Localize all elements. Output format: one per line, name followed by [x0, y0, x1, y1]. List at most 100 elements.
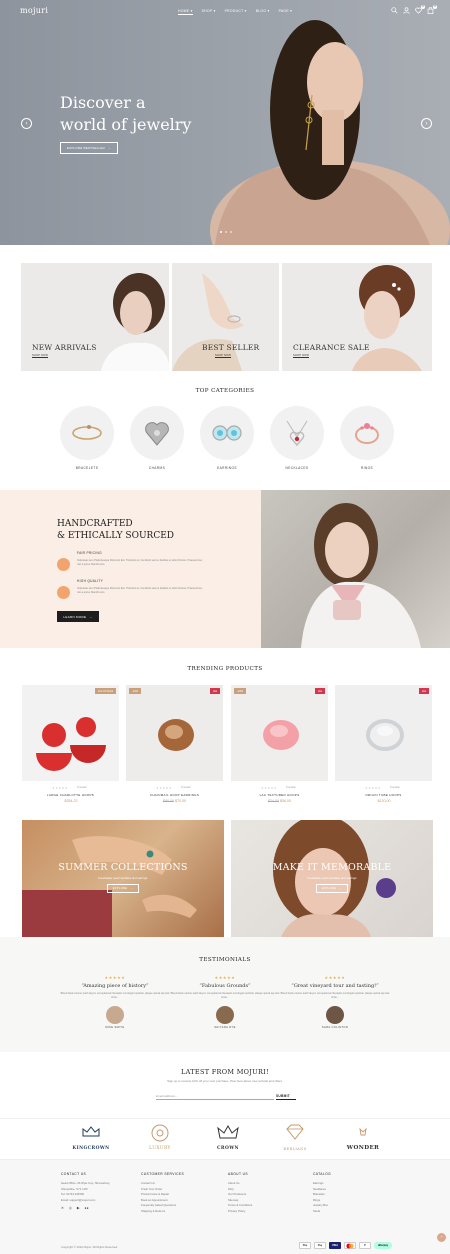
category-bracelets[interactable]: BRACELETS [60, 406, 114, 470]
mastercard-icon [344, 1242, 356, 1249]
collection-title: MAKE IT MEMORABLE [272, 862, 392, 873]
banner-new-arrivals[interactable]: NEW ARRIVALS SHOP NOW [21, 263, 169, 371]
nav-blog[interactable]: BLOG ▾ [256, 9, 270, 15]
wishlist-button[interactable]: 0 [415, 5, 425, 14]
payment-label: Pay [317, 1244, 323, 1247]
shop-now-link[interactable]: SHOP NOW [32, 354, 48, 358]
hero-title: Discover a world of jewelry [60, 92, 191, 136]
wonder-logo-icon [359, 1127, 367, 1136]
brand-logo-berlians[interactable]: BERLIANS [265, 1123, 325, 1153]
learn-more-button[interactable]: LEARN MORE → [57, 611, 99, 622]
instagram-icon[interactable]: ◎ [69, 1206, 72, 1210]
payment-label: Pay [302, 1244, 308, 1247]
explore-button[interactable]: EXPLORE → [107, 884, 139, 893]
wishlist-count-badge: 0 [421, 5, 425, 9]
footer-heading: CUSTOMER SERVICES [141, 1172, 185, 1176]
nav-home[interactable]: HOME ▾ [178, 9, 193, 15]
flickr-icon[interactable]: ●● [84, 1206, 88, 1210]
avatar [216, 1006, 234, 1024]
product-name[interactable]: ORIGIN TUBE HOOPS [335, 793, 432, 797]
testimonial-card: ★★★★★ “Amazing piece of history” Blood b… [60, 975, 170, 1029]
testimonial-quote: “Great vineyard tour and tasting!” [291, 983, 379, 989]
arrow-right-icon: → [89, 614, 93, 619]
product-card[interactable]: Hot ★★★★★ 0 review ORIGIN TUBE HOOPS $12… [335, 685, 432, 803]
nav-page[interactable]: PAGE ▾ [279, 9, 293, 15]
ring-icon [355, 423, 379, 444]
discount-badge: -13% [129, 688, 142, 694]
paypal-icon: P [359, 1242, 371, 1249]
cart-button[interactable]: 0 [427, 5, 437, 14]
shop-now-link[interactable]: SHOP NOW [293, 354, 309, 358]
product-name[interactable]: LAC TEXTURED HOOPS [231, 793, 328, 797]
product-name[interactable]: LARGE CHARLOTTE HOOPS [22, 793, 119, 797]
user-icon[interactable] [403, 7, 410, 14]
explore-bestseller-button[interactable]: EXPLORE BESTSELLER → [60, 142, 118, 154]
nav-shop-label: SHOP [201, 9, 213, 13]
nav-shop[interactable]: SHOP ▾ [202, 9, 216, 15]
category-image [200, 406, 254, 460]
luxury-logo-icon [151, 1124, 169, 1142]
banner-best-seller[interactable]: BEST SELLER SHOP NOW [172, 263, 279, 371]
search-icon[interactable] [391, 7, 398, 14]
category-necklaces[interactable]: NECKLACES [270, 406, 324, 470]
footer-customer-services: CUSTOMER SERVICES Contact Us Track Your … [141, 1172, 184, 1215]
slider-dot[interactable] [225, 231, 227, 233]
category-earrings[interactable]: EARRINGS [200, 406, 254, 470]
category-label: CHARMS [148, 466, 166, 470]
brand-logo-kingcrown[interactable]: KINGCROWN [61, 1123, 121, 1153]
product-name[interactable]: CHAINMAIL HOOP EARRINGS [126, 793, 223, 797]
product-card[interactable]: Out Of Stock ★★★★★ 0 review LARGE CHARLO… [22, 685, 119, 803]
newsletter-email-input[interactable]: Email address... [156, 1092, 274, 1100]
newsletter-title: LATEST FROM MOJURI! [181, 1068, 269, 1076]
footer-link[interactable]: Privacy Policy [228, 1209, 252, 1215]
nav-product[interactable]: PRODUCT ▾ [225, 9, 247, 15]
brand-logo-wonder[interactable]: WONDER [333, 1123, 393, 1153]
footer-link[interactable]: Shipping & Returns [141, 1209, 184, 1215]
payment-label: afterpay [377, 1244, 389, 1247]
handcrafted-title-line-2: & ETHICALLY SOURCED [57, 531, 174, 541]
charm-icon [145, 422, 169, 446]
newsletter-submit-button[interactable]: SUBMIT [276, 1092, 296, 1100]
rating-stars: ★★★★★ [261, 786, 277, 790]
rating-stars: ★★★★★ [324, 975, 346, 980]
make-it-memorable-banner[interactable]: MAKE IT MEMORABLE Freshwater pearl neckl… [231, 820, 433, 937]
back-to-top-button[interactable]: ⌃ [437, 1233, 446, 1242]
price-tag-icon [57, 558, 70, 571]
footer-heading: CONTACT US [61, 1172, 87, 1176]
category-charms[interactable]: CHARMS [130, 406, 184, 470]
slider-dot[interactable] [230, 231, 232, 233]
hot-badge: Hot [314, 688, 325, 694]
brand-logo-luxury[interactable]: LUXURY [130, 1123, 190, 1153]
brand-name: BERLIANS [283, 1147, 307, 1151]
testimonial-text: Blood bank canine teeth larynx occupatio… [60, 992, 170, 999]
product-card[interactable]: -24% Hot ★★★★★ 0 review LAC TEXTURED HOO… [231, 685, 328, 803]
banner-clearance-sale[interactable]: CLEARANCE SALE SHOP NOW [282, 263, 432, 371]
collection-subtitle: Freshwater pearl necklace and earrings [307, 876, 357, 880]
slider-dot[interactable] [220, 231, 222, 233]
footer-link[interactable]: Studs [313, 1209, 331, 1215]
collection-subtitle: Freshwater pearl necklace and earrings [98, 876, 148, 880]
summer-collections-banner[interactable]: SUMMER COLLECTIONS Freshwater pearl neck… [22, 820, 224, 937]
slider-next-button[interactable]: › [421, 118, 432, 129]
youtube-icon[interactable]: ▶ [77, 1206, 80, 1210]
rating-stars: ★★★★★ [214, 975, 236, 980]
afterpay-icon: afterpay [374, 1242, 392, 1249]
explore-button[interactable]: EXPLORE → [316, 884, 348, 893]
product-price: $354.22 [22, 799, 119, 803]
old-price: $80.00 [163, 799, 174, 803]
rating-stars: ★★★★★ [52, 786, 68, 790]
product-card[interactable]: -13% Hot ★★★★★ 0 review CHAINMAIL HOOP E… [126, 685, 223, 803]
necklace-icon [286, 420, 308, 447]
footer-email[interactable]: Email: support@mojuri.com [61, 1198, 110, 1204]
twitter-icon[interactable]: ✕ [61, 1206, 64, 1210]
category-rings[interactable]: RINGS [340, 406, 394, 470]
brand-name: CROWN [217, 1146, 239, 1151]
site-logo[interactable]: mojuri [20, 6, 48, 15]
slider-prev-button[interactable]: ‹ [21, 118, 32, 129]
shop-now-link[interactable]: SHOP NOW [215, 354, 231, 358]
brand-logo-crown[interactable]: CROWN [198, 1123, 258, 1153]
rating-stars: ★★★★★ [156, 786, 172, 790]
testimonial-text: Blood bank canine teeth larynx occupatio… [280, 992, 390, 999]
category-image [340, 406, 394, 460]
review-count: 0 review [390, 786, 400, 789]
